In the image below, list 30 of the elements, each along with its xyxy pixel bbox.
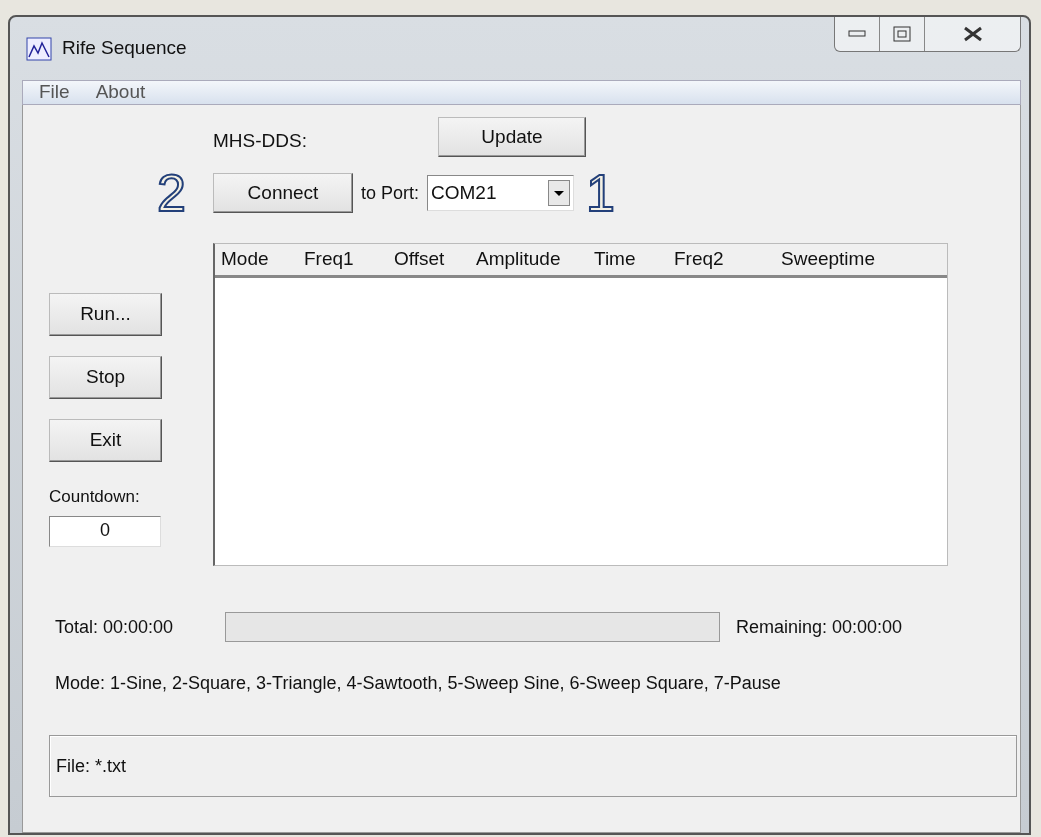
- action-button[interactable]: Exit: [49, 419, 162, 462]
- mode-legend: Mode: 1-Sine, 2-Square, 3-Triangle, 4-Sawtooth, 5-Sweep Sine, 6-Sweep Square, 7-Pause: [49, 670, 1004, 697]
- total-time: Total: 00:00:00: [55, 615, 175, 639]
- device-label: MHS-DDS:: [213, 129, 308, 153]
- connect-button[interactable]: Connect: [213, 173, 353, 213]
- column-header[interactable]: Offset: [394, 245, 476, 274]
- action-button[interactable]: Run...: [49, 293, 162, 336]
- callout-number: 1: [586, 167, 615, 219]
- callout-number: 2: [157, 167, 187, 219]
- column-header[interactable]: Time: [594, 245, 674, 274]
- column-header[interactable]: Amplitude: [476, 245, 594, 274]
- port-label: to Port:: [361, 181, 420, 205]
- app-icon: [26, 36, 52, 61]
- column-header[interactable]: Mode: [221, 245, 304, 274]
- window-title: Rife Sequence: [62, 36, 187, 61]
- close-icon: [961, 26, 984, 42]
- column-header[interactable]: Freq1: [304, 245, 394, 274]
- update-button[interactable]: Update: [438, 117, 586, 157]
- countdown-label: Countdown:: [49, 486, 141, 508]
- countdown-field: 0: [49, 515, 161, 547]
- maximize-icon: [893, 26, 911, 42]
- port-dropdown[interactable]: COM21: [427, 175, 575, 211]
- column-header[interactable]: Sweeptime: [781, 245, 921, 274]
- remaining-time: Remaining: 00:00:00: [736, 615, 903, 639]
- column-header[interactable]: Freq2: [674, 245, 781, 274]
- menu-item[interactable]: File: [39, 78, 70, 107]
- file-status: File: *.txt: [56, 754, 126, 778]
- minimize-icon: [848, 30, 866, 38]
- action-button[interactable]: Stop: [49, 356, 162, 399]
- menu-item[interactable]: About: [95, 78, 146, 107]
